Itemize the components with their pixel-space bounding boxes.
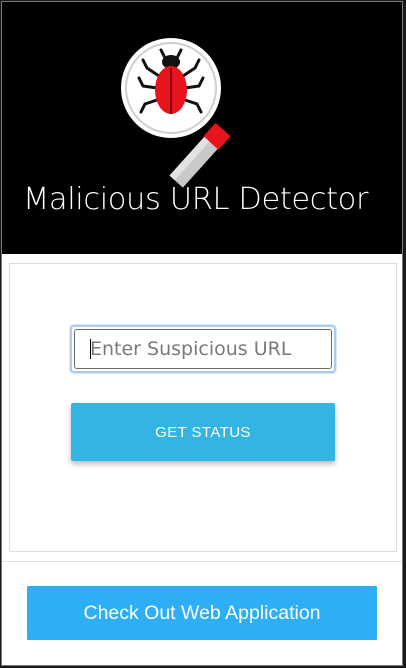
- bug-magnifier-icon: [121, 38, 231, 188]
- header: Malicious URL Detector: [2, 2, 402, 254]
- url-input[interactable]: [74, 329, 332, 369]
- extension-popup: Malicious URL Detector GET STATUS Check …: [1, 1, 403, 666]
- divider: [2, 561, 402, 562]
- url-check-card: GET STATUS: [9, 263, 397, 552]
- url-field-wrapper: [70, 325, 336, 373]
- app-title: Malicious URL Detector: [23, 182, 369, 217]
- get-status-button[interactable]: GET STATUS: [71, 403, 335, 461]
- web-application-button[interactable]: Check Out Web Application: [27, 586, 377, 640]
- text-caret: [90, 339, 91, 359]
